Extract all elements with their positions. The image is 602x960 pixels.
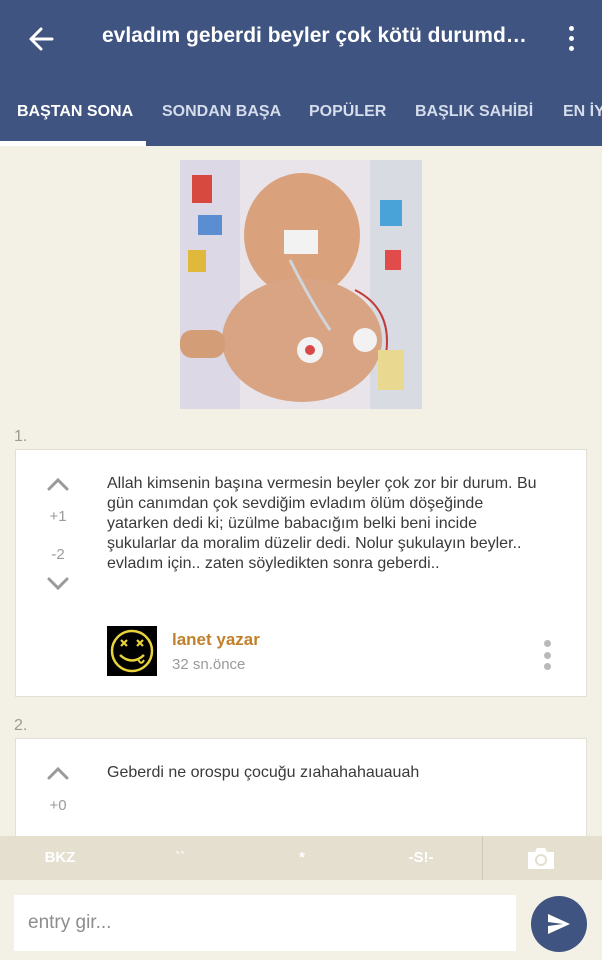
topic-photo[interactable]: [180, 160, 422, 409]
author-name[interactable]: lanet yazar: [172, 630, 260, 650]
arrow-left-icon: [29, 27, 54, 51]
send-icon: [548, 914, 570, 934]
backtick-button[interactable]: ``: [140, 836, 220, 880]
toolbar-divider: [482, 836, 483, 880]
upvote-count: +0: [49, 797, 67, 814]
tab-populer[interactable]: POPÜLER: [309, 78, 386, 146]
top-bar: evladım geberdi beyler çok kötü durumday…: [0, 0, 602, 78]
downvote-count: -2: [51, 546, 65, 563]
camera-icon[interactable]: [526, 845, 556, 871]
entry-time[interactable]: 32 sn.önce: [172, 656, 245, 673]
upvote-icon[interactable]: [46, 476, 70, 492]
tab-en-iyi[interactable]: EN İYİ: [563, 78, 602, 146]
entry-card: +1 -2 Allah kimsenin başına vermesin bey…: [15, 449, 587, 697]
format-toolbar: BKZ `` * -S!-: [0, 836, 602, 880]
tab-baslik-sahibi[interactable]: BAŞLIK SAHİBİ: [415, 78, 533, 146]
send-button[interactable]: [531, 896, 587, 952]
upvote-icon[interactable]: [46, 765, 70, 781]
entry-card: +0 Geberdi ne orospu çocuğu zıahahahauau…: [15, 738, 587, 836]
entry-text: Geberdi ne orospu çocuğu zıahahahauauah: [107, 764, 420, 781]
avatar[interactable]: [107, 626, 157, 676]
smiley-icon: [107, 626, 157, 676]
entry-text: Allah kimsenin başına vermesin beyler ço…: [107, 475, 537, 572]
star-button[interactable]: *: [262, 836, 342, 880]
entry-more-button[interactable]: [542, 640, 552, 670]
entry-input[interactable]: [14, 895, 516, 951]
entry-number: 1.: [14, 428, 28, 445]
overflow-menu-button[interactable]: [556, 20, 586, 56]
composer: [0, 880, 602, 960]
spoiler-button[interactable]: -S!-: [381, 836, 461, 880]
tab-bar: BAŞTAN SONA SONDAN BAŞA POPÜLER BAŞLIK S…: [0, 78, 602, 146]
tab-bastan-sona[interactable]: BAŞTAN SONA: [17, 78, 133, 146]
bkz-button[interactable]: BKZ: [20, 836, 100, 880]
tab-sondan-basa[interactable]: SONDAN BAŞA: [162, 78, 281, 146]
entry-feed[interactable]: 1. +1 -2 Allah kimsenin başına vermesin …: [0, 146, 602, 836]
entry-number: 2.: [14, 717, 28, 734]
app-bar: evladım geberdi beyler çok kötü durumday…: [0, 0, 602, 146]
page-title: evladım geberdi beyler çok kötü durumday…: [102, 24, 534, 47]
back-button[interactable]: [22, 20, 60, 58]
more-vert-icon: [543, 640, 551, 647]
downvote-icon[interactable]: [46, 576, 70, 592]
more-vert-icon: [568, 25, 574, 31]
upvote-count: +1: [49, 508, 67, 525]
